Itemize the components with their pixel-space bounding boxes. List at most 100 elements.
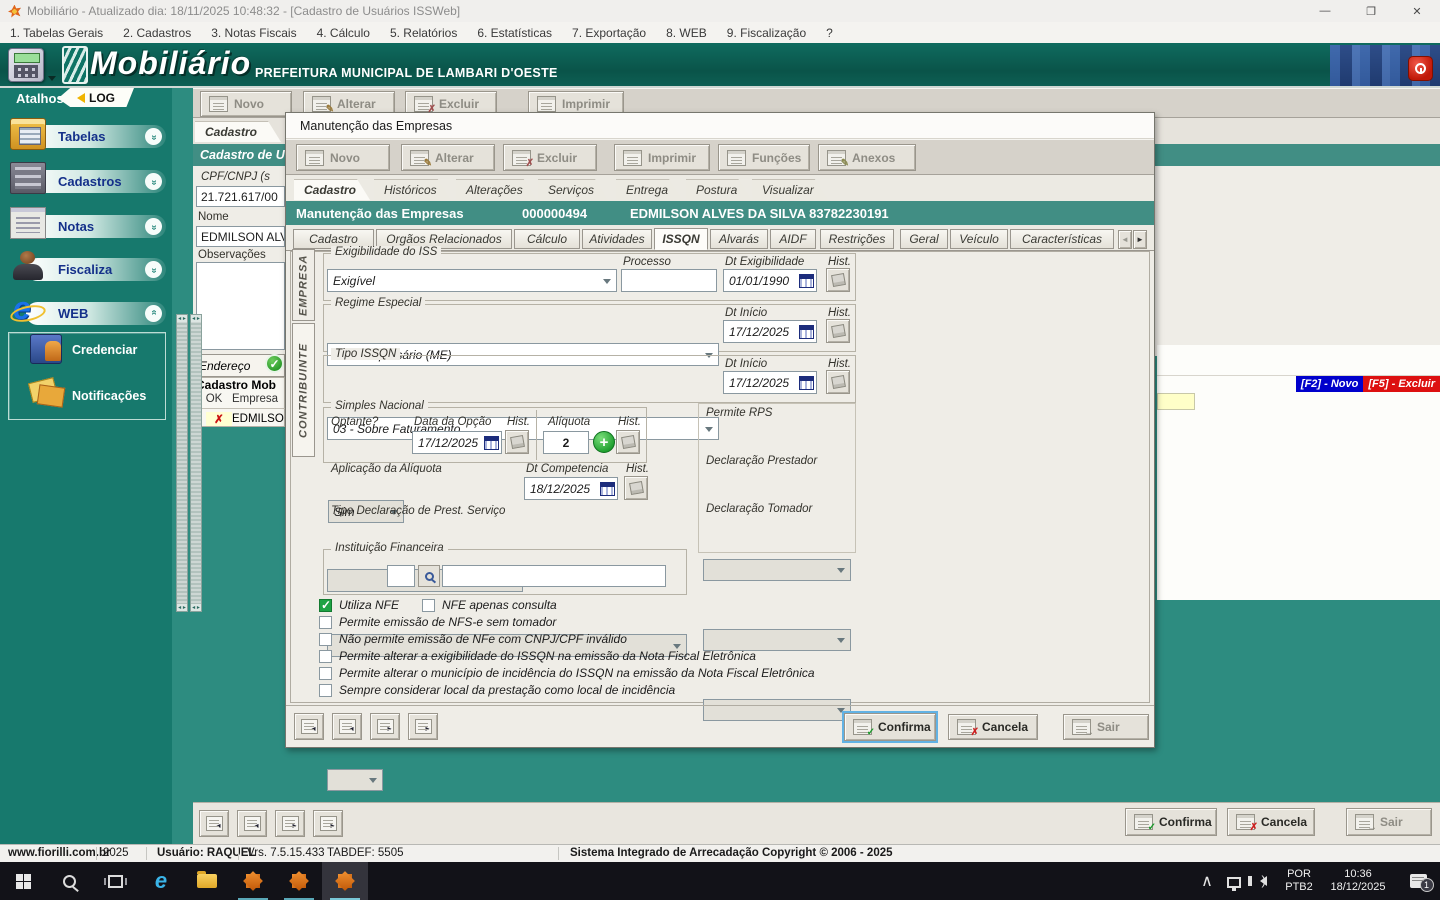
main-novo-button[interactable]: Novo: [200, 91, 292, 117]
checkbox-icon[interactable]: [319, 667, 332, 680]
vertical-scrollbar[interactable]: [190, 314, 202, 612]
calendar-icon[interactable]: [799, 325, 814, 339]
dialog-excluir-button[interactable]: ✗Excluir: [503, 144, 597, 171]
checkbox-alterar-municipio[interactable]: Permite alterar o município de incidênci…: [319, 666, 815, 680]
dialog-cancela-button[interactable]: ✗Cancela: [948, 714, 1038, 740]
records-icon[interactable]: [10, 162, 46, 194]
menu-relatorios[interactable]: 5. Relatórios: [380, 26, 467, 40]
dialog-alterar-button[interactable]: ✎Alterar: [401, 144, 495, 171]
restore-button[interactable]: ❐: [1348, 0, 1394, 22]
tray-network-button[interactable]: [1220, 862, 1248, 900]
vertical-scrollbar[interactable]: [176, 314, 188, 612]
inner-tab-caracteristicas[interactable]: Características: [1010, 229, 1114, 249]
menu-help[interactable]: ?: [816, 26, 843, 40]
right-list-cell[interactable]: [1157, 393, 1195, 410]
checkbox-icon[interactable]: [319, 633, 332, 646]
tab-scroll-left-button[interactable]: ◄: [1118, 230, 1132, 249]
taskbar-app1-button[interactable]: [230, 862, 276, 900]
close-button[interactable]: ✕: [1394, 0, 1440, 22]
menu-cadastros[interactable]: 2. Cadastros: [113, 26, 201, 40]
checkbox-icon[interactable]: [319, 650, 332, 663]
inner-tab-restricoes[interactable]: Restrições: [820, 229, 894, 249]
chevron-down-icon[interactable]: »: [145, 218, 162, 235]
calendar-icon[interactable]: [484, 436, 499, 450]
cpf-field[interactable]: 21.721.617/00: [196, 186, 285, 207]
main-record-last-button[interactable]: ▸: [313, 810, 343, 837]
taskbar-explorer-button[interactable]: [184, 862, 230, 900]
credenciar-icon[interactable]: [30, 334, 62, 364]
main-confirma-button[interactable]: ✓Confirma: [1125, 808, 1217, 836]
side-tab-contribuinte[interactable]: CONTRIBUINTE: [292, 323, 315, 457]
aliquota-hist-button[interactable]: [616, 430, 640, 454]
permite-rps-select[interactable]: [703, 559, 851, 581]
grid-col-empresa[interactable]: Empresa: [232, 393, 278, 408]
sidebar-item-web[interactable]: WEB »: [26, 302, 166, 325]
checkbox-icon[interactable]: [319, 684, 332, 697]
notes-icon[interactable]: [10, 207, 46, 239]
menu-notas-fiscais[interactable]: 3. Notas Fiscais: [201, 26, 306, 40]
processo-field[interactable]: [621, 269, 717, 292]
sidebar-item-notificacoes[interactable]: Notificações: [72, 389, 146, 403]
inner-tab-calculo[interactable]: Cálculo: [514, 229, 580, 249]
main-cancela-button[interactable]: ✗Cancela: [1227, 808, 1315, 836]
dialog-sair-button[interactable]: →Sair: [1063, 714, 1149, 740]
inner-tab-geral[interactable]: Geral: [900, 229, 948, 249]
tray-language[interactable]: POR PTB2: [1278, 862, 1320, 900]
mob-grid-row[interactable]: I ✗ EDMILSO: [196, 410, 285, 427]
menu-calculo[interactable]: 4. Cálculo: [307, 26, 380, 40]
instituicao-codigo-field[interactable]: [387, 565, 415, 587]
declaracao-tomador-select[interactable]: [703, 699, 851, 721]
inspector-icon[interactable]: [10, 250, 46, 282]
optante-hist-button[interactable]: [505, 430, 529, 454]
dialog-novo-button[interactable]: Novo: [296, 144, 390, 171]
sidebar-item-tabelas[interactable]: Tabelas »: [26, 125, 166, 148]
menu-exportacao[interactable]: 7. Exportação: [562, 26, 656, 40]
main-record-next-button[interactable]: ▸: [275, 810, 305, 837]
tipo-dt-field[interactable]: 17/12/2025: [723, 371, 817, 394]
dialog-anexos-button[interactable]: ✎Anexos: [818, 144, 916, 171]
dialog-confirma-button[interactable]: ✓Confirma: [844, 713, 936, 741]
checkbox-alterar-exigibilidade[interactable]: Permite alterar a exigibilidade do ISSQN…: [319, 649, 756, 663]
banner-dropdown-arrow-icon[interactable]: [48, 76, 56, 81]
dt-competencia-field[interactable]: 18/12/2025: [524, 477, 618, 500]
calendar-icon[interactable]: [799, 376, 814, 390]
tray-expand-button[interactable]: ∧: [1194, 862, 1220, 900]
tray-volume-button[interactable]: [1248, 862, 1278, 900]
taskbar-app2-button[interactable]: [276, 862, 322, 900]
instituicao-nome-field[interactable]: [442, 565, 666, 587]
minimize-button[interactable]: —: [1302, 0, 1348, 22]
menu-tabelas-gerais[interactable]: 1. Tabelas Gerais: [0, 26, 113, 40]
dialog-funcoes-button[interactable]: Funções: [718, 144, 810, 171]
dt-exigibilidade-field[interactable]: 01/01/1990: [723, 269, 817, 292]
chevron-down-icon[interactable]: »: [145, 261, 162, 278]
chevron-down-icon[interactable]: »: [145, 128, 162, 145]
competencia-hist-button[interactable]: [624, 476, 648, 500]
dialog-tab-visualizar[interactable]: Visualizar: [752, 179, 828, 200]
taskbar-ie-button[interactable]: e: [138, 862, 184, 900]
tray-clock[interactable]: 10:36 18/12/2025: [1320, 862, 1396, 900]
checkbox-local-prestacao[interactable]: Sempre considerar local da prestação com…: [319, 683, 675, 697]
record-prev-button[interactable]: ◂: [332, 713, 362, 740]
menu-fiscalizacao[interactable]: 9. Fiscalização: [717, 26, 816, 40]
checkbox-nfse-sem-tomador[interactable]: Permite emissão de NFS-e sem tomador: [319, 615, 556, 629]
instituicao-search-button[interactable]: [418, 565, 440, 587]
checkbox-icon[interactable]: [319, 616, 332, 629]
observacoes-field[interactable]: [196, 262, 285, 350]
web-icon[interactable]: [8, 296, 44, 328]
tipo-hist-button[interactable]: [826, 370, 850, 394]
side-tab-empresa[interactable]: EMPRESA: [292, 249, 315, 321]
sidebar-item-credenciar[interactable]: Credenciar: [72, 343, 137, 357]
dialog-tab-historicos[interactable]: Históricos: [374, 179, 451, 200]
inner-tab-issqn[interactable]: ISSQN: [654, 228, 708, 250]
chevron-up-icon[interactable]: »: [145, 305, 162, 322]
main-record-prev-button[interactable]: ◂: [237, 810, 267, 837]
aliquota-field[interactable]: 2: [543, 431, 589, 454]
nome-field[interactable]: EDMILSON ALV: [196, 226, 285, 247]
main-record-first-button[interactable]: ◂: [199, 810, 229, 837]
exigibilidade-select[interactable]: Exigível: [327, 269, 617, 292]
dialog-tab-cadastro[interactable]: Cadastro: [294, 179, 370, 200]
sidebar-log-tab[interactable]: LOG: [58, 88, 134, 107]
menu-estatisticas[interactable]: 6. Estatísticas: [467, 26, 562, 40]
menu-web[interactable]: 8. WEB: [656, 26, 717, 40]
calendar-icon[interactable]: [600, 482, 615, 496]
